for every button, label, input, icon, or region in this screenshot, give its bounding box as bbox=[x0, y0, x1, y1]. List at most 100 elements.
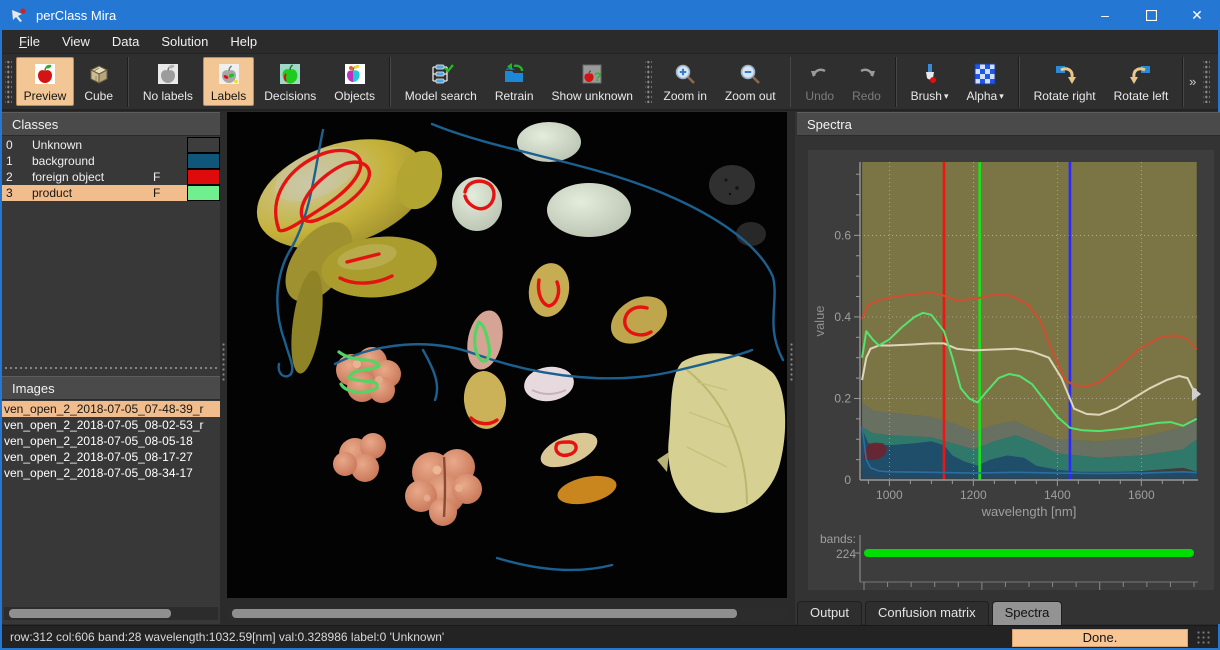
toolbar-button-retrain[interactable]: Retrain bbox=[487, 57, 542, 106]
toolbar-label: Labels bbox=[211, 89, 246, 103]
apple-preview-icon bbox=[32, 61, 58, 87]
dropdown-arrow-icon: ▾ bbox=[999, 91, 1004, 102]
image-list-item[interactable]: ven_open_2_2018-07-05_08-02-53_r bbox=[2, 417, 220, 433]
model-search-icon bbox=[428, 61, 454, 87]
image-scrollbar[interactable] bbox=[227, 607, 787, 620]
toolbar-button-cube[interactable]: Cube bbox=[76, 57, 121, 106]
class-color-swatch[interactable] bbox=[187, 137, 220, 153]
toolbar-button-labels[interactable]: Labels bbox=[203, 57, 254, 106]
paper-right bbox=[547, 183, 631, 237]
toolbar-button-decisions[interactable]: Decisions bbox=[256, 57, 324, 106]
resize-grip[interactable] bbox=[1196, 630, 1212, 646]
app-icon bbox=[10, 6, 28, 24]
svg-text:?: ? bbox=[594, 70, 601, 84]
toolbar-overflow-chevron[interactable]: » bbox=[1189, 74, 1196, 89]
toolbar-label: Model search bbox=[405, 89, 477, 103]
class-index: 0 bbox=[2, 138, 32, 152]
toolbar-button-undo[interactable]: Undo bbox=[797, 57, 842, 106]
images-scrollbar-thumb[interactable] bbox=[9, 609, 171, 618]
menu-data[interactable]: Data bbox=[101, 31, 150, 52]
toolbar-button-alpha[interactable]: Alpha▾ bbox=[959, 57, 1012, 106]
stone-1 bbox=[709, 165, 755, 205]
toolbar-drag-handle[interactable] bbox=[5, 61, 12, 103]
toolbar-label: Undo bbox=[805, 89, 834, 103]
toolbar: Preview Cube No labels Labels Decisio bbox=[2, 54, 1218, 111]
toolbar-button-rotate-right[interactable]: Rotate right bbox=[1026, 57, 1104, 106]
class-name: foreign object bbox=[32, 170, 153, 184]
toolbar-button-redo[interactable]: Redo bbox=[844, 57, 889, 106]
panel-splitter-handle[interactable] bbox=[2, 362, 220, 374]
toolbar-button-no-labels[interactable]: No labels bbox=[135, 57, 201, 106]
class-row-foreign-object[interactable]: 2 foreign object F bbox=[2, 169, 220, 185]
image-list-item[interactable]: ven_open_2_2018-07-05_08-05-18 bbox=[2, 433, 220, 449]
class-row-background[interactable]: 1 background bbox=[2, 153, 220, 169]
class-color-swatch[interactable] bbox=[187, 169, 220, 185]
menu-file[interactable]: File bbox=[8, 31, 51, 52]
toolbar-label: Brush bbox=[911, 89, 942, 103]
vertical-splitter[interactable] bbox=[788, 112, 795, 624]
toolbar-button-show-unknown[interactable]: ? Show unknown bbox=[544, 57, 641, 106]
toolbar-label: Rotate left bbox=[1114, 89, 1169, 103]
zoom-in-icon bbox=[672, 61, 698, 87]
toolbar-button-objects[interactable]: Objects bbox=[326, 57, 383, 106]
toolbar-button-zoom-in[interactable]: Zoom in bbox=[656, 57, 715, 106]
apple-decisions-icon bbox=[277, 61, 303, 87]
done-button[interactable]: Done. bbox=[1012, 629, 1188, 647]
class-row-unknown[interactable]: 0 Unknown bbox=[2, 137, 220, 153]
menu-view[interactable]: View bbox=[51, 31, 101, 52]
toolbar-label: Decisions bbox=[264, 89, 316, 103]
show-unknown-icon: ? bbox=[579, 61, 605, 87]
bands-count: 224 bbox=[808, 547, 856, 562]
toolbar-drag-handle[interactable] bbox=[1203, 61, 1210, 103]
images-panel-title: Images bbox=[12, 381, 55, 396]
image-list-item[interactable]: ven_open_2_2018-07-05_08-34-17 bbox=[2, 465, 220, 481]
toolbar-separator bbox=[389, 57, 391, 107]
toolbar-button-rotate-left[interactable]: Rotate left bbox=[1106, 57, 1177, 106]
menu-help[interactable]: Help bbox=[219, 31, 268, 52]
tab-output[interactable]: Output bbox=[797, 601, 862, 625]
toolbar-label: No labels bbox=[143, 89, 193, 103]
image-list-item[interactable]: ven_open_2_2018-07-05_08-17-27 bbox=[2, 449, 220, 465]
close-button[interactable]: ✕ bbox=[1174, 0, 1220, 30]
toolbar-button-zoom-out[interactable]: Zoom out bbox=[717, 57, 784, 106]
window-controls: – ✕ bbox=[1082, 0, 1220, 30]
apple-objects-icon bbox=[342, 61, 368, 87]
maximize-button[interactable] bbox=[1128, 0, 1174, 30]
cube-icon bbox=[86, 61, 112, 87]
image-canvas[interactable] bbox=[227, 112, 787, 598]
maximize-icon bbox=[1146, 10, 1157, 21]
menu-solution[interactable]: Solution bbox=[150, 31, 219, 52]
spectra-panel-header: Spectra bbox=[797, 112, 1220, 136]
classes-panel-header: Classes bbox=[2, 112, 220, 136]
toolbar-label: Alpha bbox=[967, 89, 998, 103]
dropdown-arrow-icon: ▾ bbox=[944, 91, 949, 102]
toolbar-button-model-search[interactable]: Model search bbox=[397, 57, 485, 106]
image-scrollbar-thumb[interactable] bbox=[232, 609, 737, 618]
y-tick-label: 0 bbox=[844, 473, 851, 487]
toolbar-drag-handle[interactable] bbox=[645, 61, 652, 103]
minimize-button[interactable]: – bbox=[1082, 0, 1128, 30]
class-name: background bbox=[32, 154, 153, 168]
vertical-splitter[interactable] bbox=[220, 112, 227, 624]
zoom-out-icon bbox=[737, 61, 763, 87]
tab-spectra[interactable]: Spectra bbox=[992, 601, 1063, 625]
class-color-swatch[interactable] bbox=[187, 153, 220, 169]
retrain-icon bbox=[501, 61, 527, 87]
bands-label: bands: 224 bbox=[808, 532, 856, 562]
toolbar-button-preview[interactable]: Preview bbox=[16, 57, 75, 106]
tab-confusion-matrix[interactable]: Confusion matrix bbox=[865, 601, 989, 625]
spectra-chart[interactable]: 00.20.40.61000120014001600wavelength [nm… bbox=[808, 150, 1214, 590]
undo-icon bbox=[807, 61, 833, 87]
paper-mid bbox=[452, 177, 502, 231]
image-list-item[interactable]: ven_open_2_2018-07-05_07-48-39_r bbox=[2, 401, 220, 417]
spectra-plot: 00.20.40.61000120014001600wavelength [nm… bbox=[808, 150, 1214, 590]
images-list: ven_open_2_2018-07-05_07-48-39_r ven_ope… bbox=[2, 401, 220, 481]
class-row-product[interactable]: 3 product F bbox=[2, 185, 220, 201]
toolbar-label: Cube bbox=[84, 89, 113, 103]
classes-table: 0 Unknown 1 background 2 foreign object … bbox=[2, 137, 220, 201]
toolbar-button-brush[interactable]: Brush▾ bbox=[903, 57, 957, 106]
images-scrollbar[interactable] bbox=[4, 607, 218, 620]
class-color-swatch[interactable] bbox=[187, 185, 220, 201]
alpha-checkerboard-icon bbox=[972, 61, 998, 87]
rotate-left-icon bbox=[1128, 61, 1154, 87]
